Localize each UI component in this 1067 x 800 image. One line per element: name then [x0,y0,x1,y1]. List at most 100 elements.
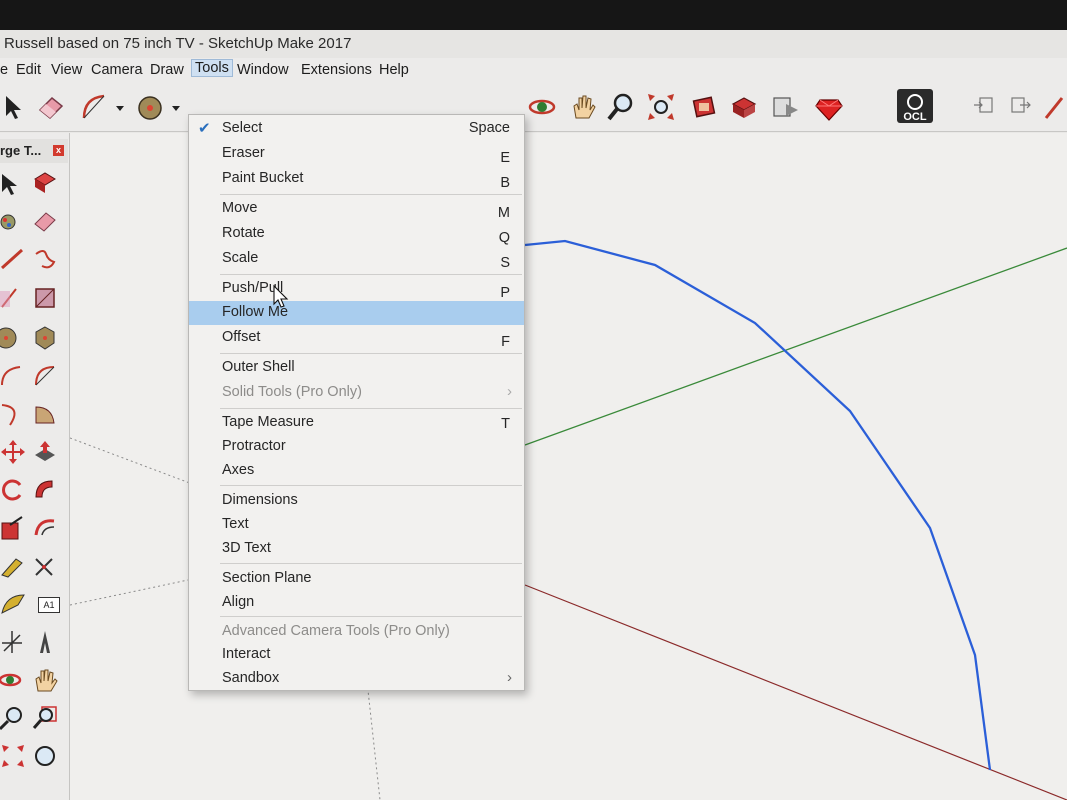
menu-item-align[interactable]: Align [189,591,524,615]
menu-item-label: Push/Pull [222,280,284,296]
3d-text-icon[interactable] [32,629,58,655]
ruby-icon[interactable] [814,92,844,122]
make-component-icon[interactable] [32,169,58,195]
orbit-icon[interactable] [527,92,557,122]
menu-item-label: Rotate [222,225,265,241]
zoom-icon[interactable] [0,705,26,731]
menu-item-label: Section Plane [222,570,312,586]
paint-bucket-icon[interactable] [0,208,26,234]
arc-icon[interactable] [80,92,110,122]
zoom-extents-icon[interactable] [646,92,676,122]
select-arrow-icon[interactable] [0,171,26,197]
menu-item-move[interactable]: Move M [189,197,524,221]
export-icon[interactable] [1008,92,1038,122]
window-title: Russell based on 75 inch TV - SketchUp M… [4,35,352,52]
red-axis-line [524,584,1067,800]
menu-item-advanced-camera-tools[interactable]: Advanced Camera Tools (Pro Only) [189,620,524,644]
zoom-extents-icon[interactable] [0,743,26,769]
extension-warehouse-icon[interactable] [770,92,800,122]
menu-window[interactable]: Window [237,62,289,78]
close-icon[interactable]: x [53,145,64,156]
circle-tool-icon[interactable] [136,92,166,122]
menu-camera[interactable]: Camera [91,62,143,78]
scale-icon[interactable] [0,515,26,541]
share-model-icon[interactable] [729,92,759,122]
arc-icon[interactable] [0,363,26,389]
chevron-down-icon[interactable] [114,92,126,122]
menu-extensions[interactable]: Extensions [301,62,372,78]
axes-icon[interactable] [32,553,58,579]
polygon-tool-icon[interactable] [32,325,58,351]
rotated-rectangle-icon[interactable] [32,285,58,311]
menu-item-section-plane[interactable]: Section Plane [189,567,524,591]
menu-item-label: Advanced Camera Tools (Pro Only) [222,623,450,639]
menu-file[interactable]: e [0,62,8,78]
pan-hand-icon[interactable] [568,92,598,122]
three-point-arc-icon[interactable] [0,401,26,427]
menu-item-label: Scale [222,250,259,266]
pie-icon[interactable] [32,401,58,427]
menu-item-text[interactable]: Text [189,513,524,537]
menu-tools[interactable]: Tools [191,59,233,77]
menu-view[interactable]: View [51,62,82,78]
chevron-down-icon[interactable] [170,92,182,122]
axes-tool-icon[interactable] [0,629,26,655]
menu-item-3d-text[interactable]: 3D Text [189,537,524,561]
ocl-extension-icon[interactable]: OCL [896,88,934,124]
blue-arc-path[interactable] [524,239,992,771]
freehand-icon[interactable] [32,246,58,272]
menu-item-shortcut: S [500,255,510,271]
menu-item-offset[interactable]: Offset F [189,326,524,350]
menu-item-eraser[interactable]: Eraser E [189,142,524,166]
previous-view-icon[interactable] [32,743,58,769]
select-arrow-icon[interactable] [0,92,30,122]
menu-item-push-pull[interactable]: Push/Pull P [189,277,524,301]
menu-item-axes[interactable]: Axes [189,459,524,483]
follow-me-icon[interactable] [32,477,58,503]
menu-item-dimensions[interactable]: Dimensions [189,489,524,513]
zoom-icon[interactable] [606,92,636,122]
menu-item-shortcut: F [501,334,510,350]
menu-help[interactable]: Help [379,62,409,78]
rotate-icon[interactable] [0,477,26,503]
menu-item-interact[interactable]: Interact [189,643,524,667]
menu-item-outer-shell[interactable]: Outer Shell [189,356,524,380]
rectangle-tool-icon[interactable] [0,285,26,311]
menu-edit[interactable]: Edit [16,62,41,78]
3d-warehouse-icon[interactable] [690,92,720,122]
move-icon[interactable] [0,439,26,465]
menu-item-tape-measure[interactable]: Tape Measure T [189,411,524,435]
offset-icon[interactable] [32,515,58,541]
menu-draw[interactable]: Draw [150,62,184,78]
menu-separator [220,563,522,564]
menu-item-solid-tools[interactable]: Solid Tools (Pro Only) › [189,381,524,405]
menu-bar: e Edit View Camera Draw Tools Window Ext… [0,58,1067,84]
import-icon[interactable] [970,92,1000,122]
eraser-icon[interactable] [36,92,66,122]
menu-item-select[interactable]: ✔ Select Space [189,117,524,141]
main-toolbar: OCL [0,84,1067,132]
pan-hand-icon[interactable] [32,667,58,693]
menu-item-follow-me[interactable]: Follow Me [189,301,524,325]
menu-item-paint-bucket[interactable]: Paint Bucket B [189,167,524,191]
large-tool-set-tray: rge T... x A1 [0,133,70,800]
protractor-icon[interactable] [0,591,26,617]
two-point-arc-icon[interactable] [32,363,58,389]
tools-dropdown-menu: ✔ Select Space Eraser E Paint Bucket B M… [188,114,525,691]
text-tool-label[interactable]: A1 [38,597,60,613]
menu-item-label: Offset [222,329,261,345]
tape-measure-icon[interactable] [0,553,26,579]
line-tool-icon[interactable] [0,246,26,272]
menu-item-rotate[interactable]: Rotate Q [189,222,524,246]
orbit-icon[interactable] [0,667,26,693]
tray-header: rge T... x [0,139,68,163]
menu-separator [220,274,522,275]
menu-item-sandbox[interactable]: Sandbox › [189,667,524,691]
menu-item-protractor[interactable]: Protractor [189,435,524,459]
eraser-icon[interactable] [32,208,58,234]
push-pull-icon[interactable] [32,439,58,465]
pencil-icon[interactable] [1042,92,1067,122]
zoom-window-icon[interactable] [32,705,58,731]
circle-tool-icon[interactable] [0,325,26,351]
menu-item-scale[interactable]: Scale S [189,247,524,271]
